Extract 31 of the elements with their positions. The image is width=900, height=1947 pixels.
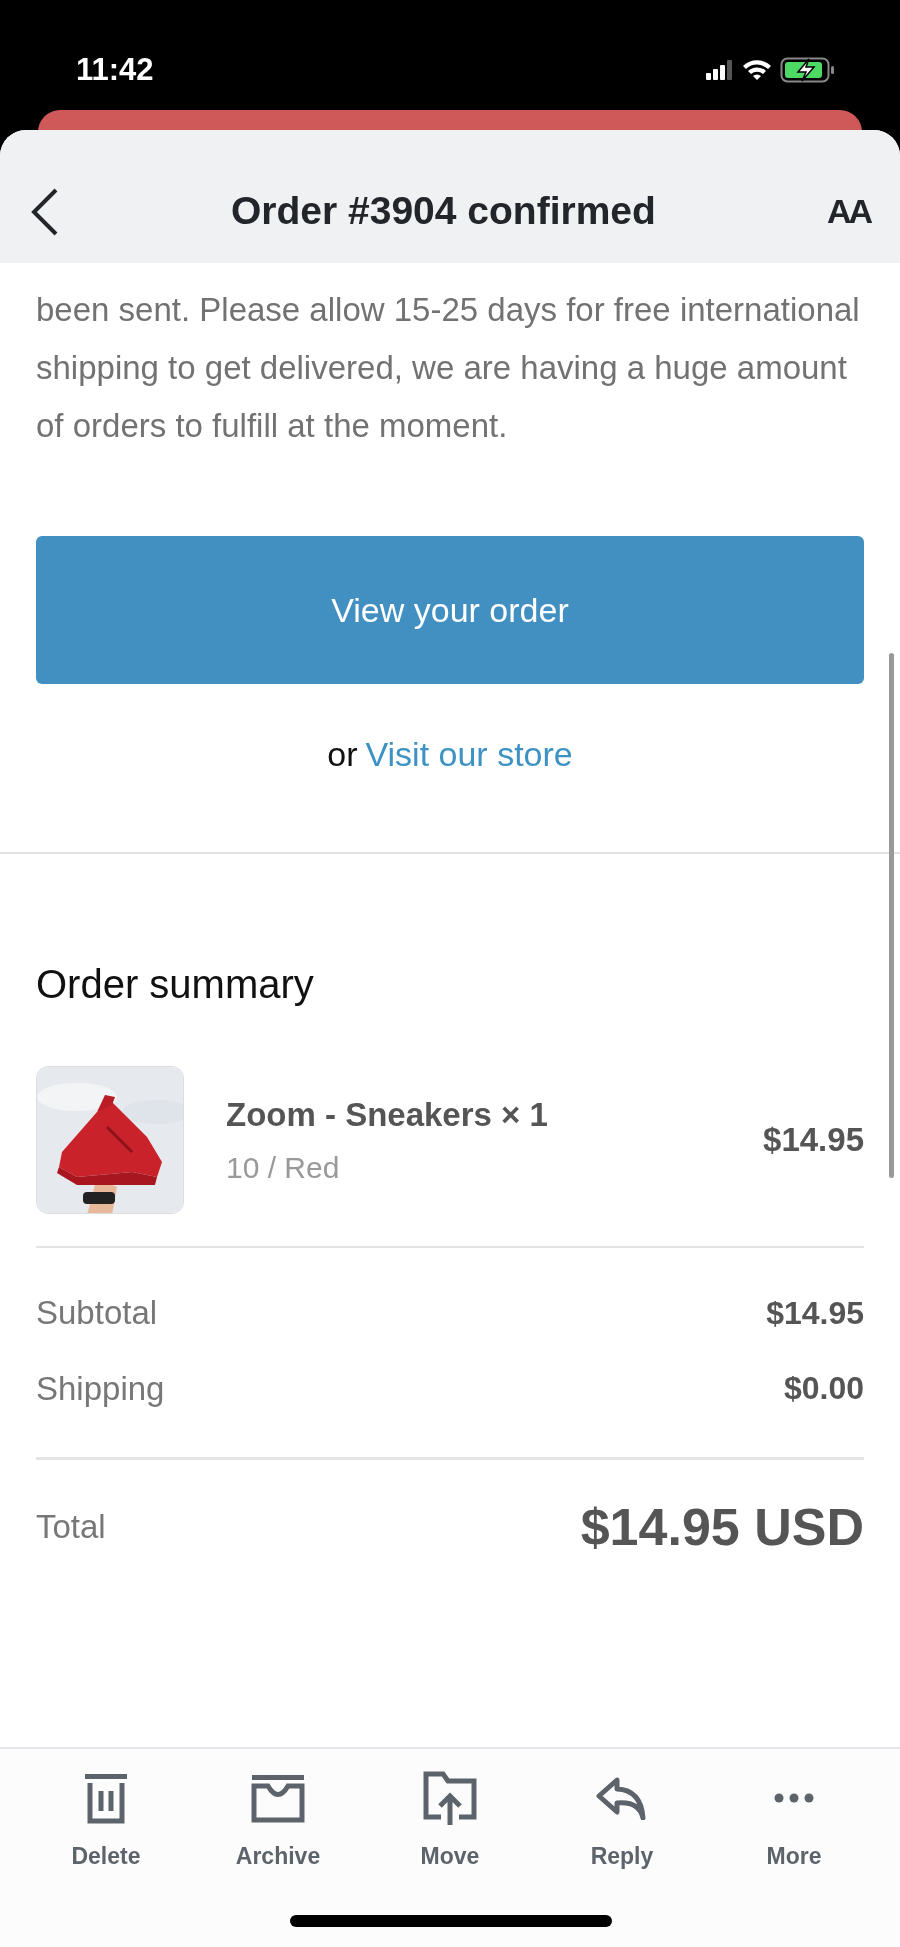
summary-label: Subtotal [36, 1293, 158, 1333]
wifi-icon [742, 59, 772, 81]
more-icon [774, 1793, 814, 1803]
product-name: Zoom - Sneakers × 1 [226, 1094, 549, 1135]
total-label: Total [36, 1507, 106, 1548]
back-icon [30, 186, 60, 237]
product-price: $14.95 [763, 1120, 864, 1161]
message-text: been sent. Please allow 15-25 days for free international shipping to get delivered, we are having a huge amount of orders to fulfill at the moment. [36, 290, 861, 446]
text-size-button[interactable]: AA [826, 186, 870, 237]
status-time: 11:42 [76, 50, 154, 89]
more-button[interactable]: More [708, 1767, 880, 1879]
folder-upload-icon [421, 1769, 479, 1827]
or-text: or [327, 734, 358, 775]
summary-label: Shipping [36, 1368, 165, 1409]
archive-icon [249, 1773, 307, 1823]
summary-value: $14.95 [766, 1293, 864, 1333]
product-variant: 10 / Red [226, 1150, 341, 1187]
signal-icon [706, 60, 734, 80]
reply-button[interactable]: Reply [536, 1767, 708, 1879]
delete-button[interactable]: Delete [20, 1767, 192, 1879]
summary-value: $0.00 [783, 1369, 864, 1409]
back-button[interactable] [30, 186, 60, 237]
email-subject: Order #3904 confirmed [230, 188, 657, 235]
view-order-button[interactable]: View your order [36, 536, 864, 684]
battery-charging-icon [780, 57, 836, 83]
total-value: $14.95 USD [580, 1497, 864, 1558]
section-title: Order summary [36, 961, 315, 1008]
store-link[interactable]: Visit our store [365, 729, 573, 780]
move-button[interactable]: Move [364, 1767, 536, 1879]
archive-button[interactable]: Archive [192, 1767, 364, 1879]
trash-icon [82, 1771, 130, 1825]
